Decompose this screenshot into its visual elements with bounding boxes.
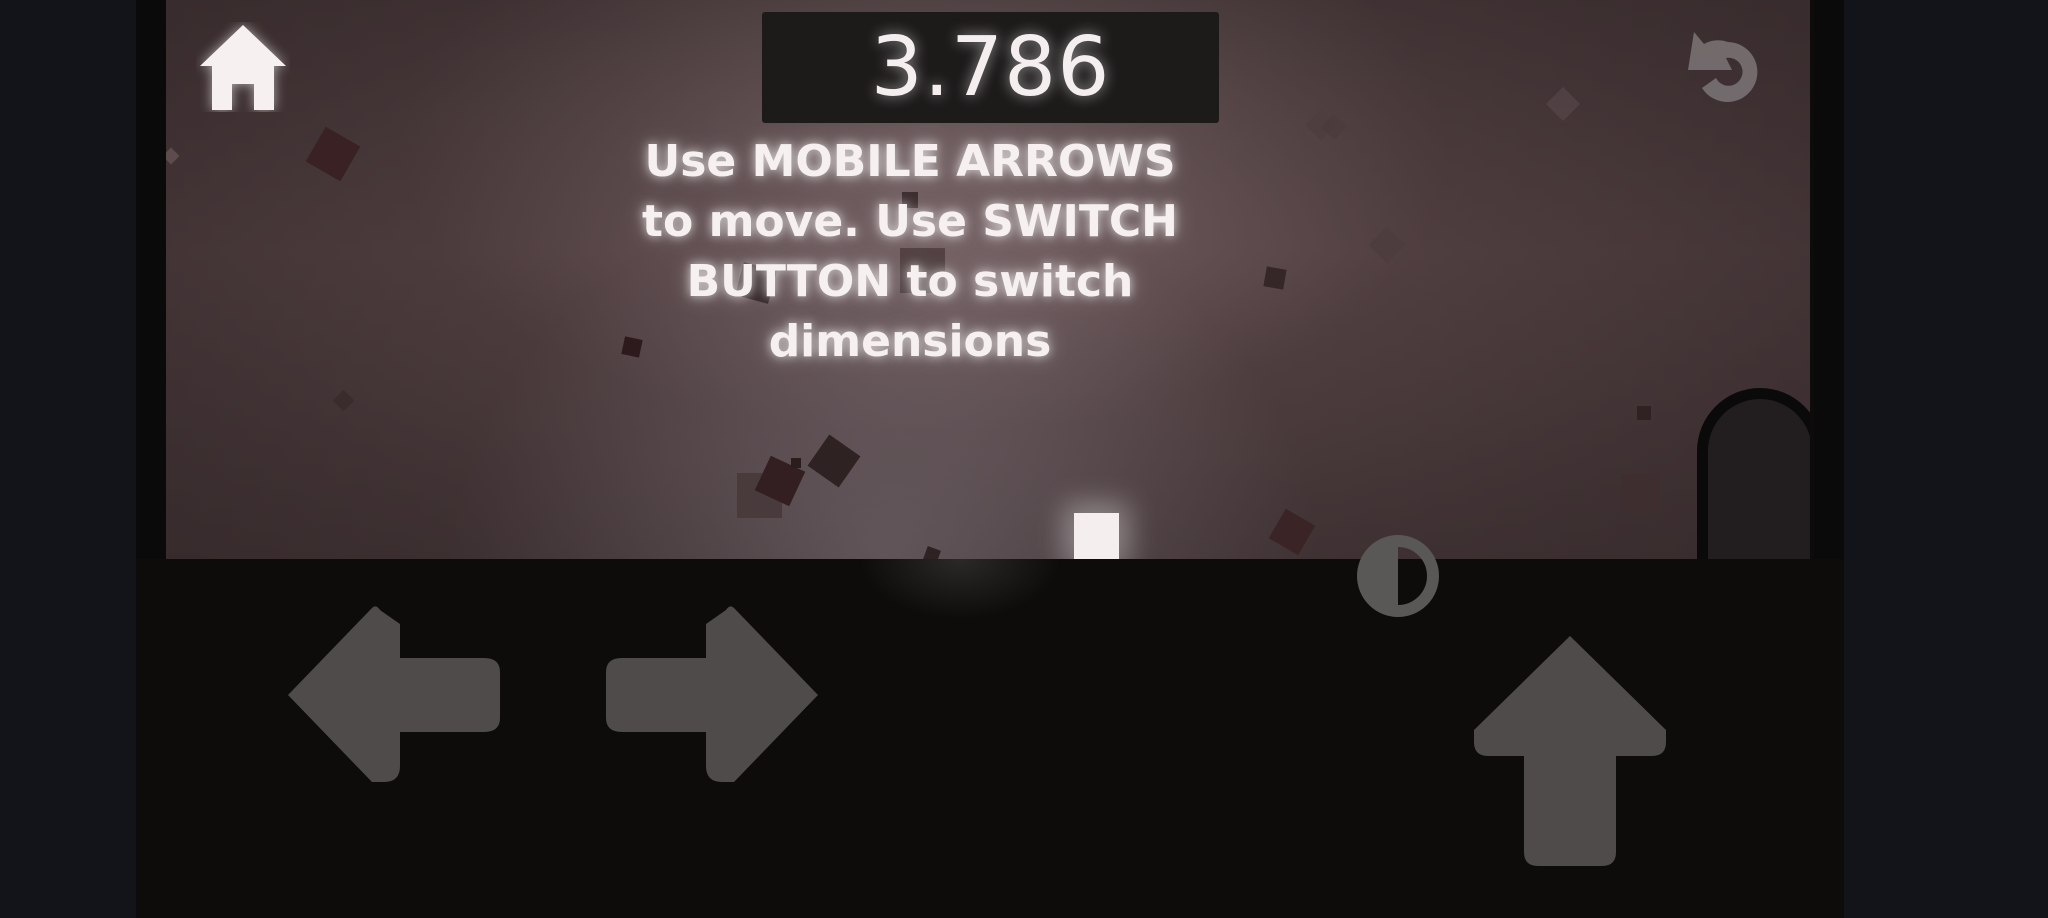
debris-square [1368, 226, 1406, 264]
switch-dimension-button[interactable] [1356, 534, 1440, 618]
instructions-line-4: dimensions [768, 316, 1052, 367]
debris-square [332, 389, 355, 412]
restart-button[interactable] [1680, 30, 1770, 114]
instructions-line-1: Use MOBILE ARROWS [644, 136, 1176, 187]
instructions-line-3: BUTTON to switch [686, 256, 1134, 307]
debris-square [1621, 474, 1659, 512]
move-left-button[interactable] [284, 604, 504, 786]
debris-square [1546, 87, 1580, 121]
home-icon [200, 25, 286, 110]
instructions-text: Use MOBILE ARROWS to move. Use SWITCH BU… [640, 132, 1180, 372]
debris-square [1268, 508, 1316, 556]
debris-square [1263, 266, 1287, 290]
jump-button[interactable] [1472, 632, 1668, 868]
debris-square [165, 147, 180, 165]
debris-square [791, 458, 801, 468]
instructions-line-2: to move. Use SWITCH [641, 196, 1178, 247]
right-arrow-icon [606, 606, 818, 782]
move-right-button[interactable] [602, 604, 822, 786]
half-circle-switch-icon [1357, 535, 1439, 617]
up-arrow-icon [1474, 636, 1666, 866]
debris-square [305, 126, 361, 182]
home-button[interactable] [196, 22, 290, 112]
ground-glow [860, 559, 1060, 679]
debris-square [807, 434, 861, 488]
debris-square [1637, 406, 1651, 420]
exit-door [1697, 388, 1810, 559]
restart-icon [1688, 32, 1758, 102]
player-block [1074, 513, 1119, 559]
debris-square [923, 546, 941, 559]
timer-display: 3.786 [762, 12, 1219, 123]
game-page: 3.786 Use MOBILE ARROWS to move. Use SWI… [0, 0, 2048, 918]
left-arrow-icon [288, 606, 500, 782]
